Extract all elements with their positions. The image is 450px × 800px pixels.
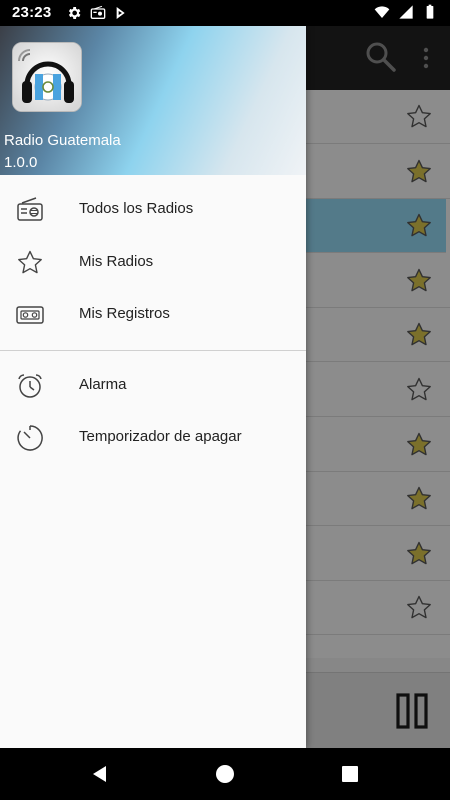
menu-label: Temporizador de apagar <box>79 428 242 445</box>
menu-label: Mis Radios <box>79 253 154 270</box>
headphones-logo-icon <box>13 43 81 111</box>
battery-icon <box>426 4 434 19</box>
play-store-icon <box>116 7 125 19</box>
menu-item-todos-los-radios[interactable]: Todos los Radios <box>0 184 306 236</box>
settings-icon <box>68 7 81 19</box>
menu-item-mis-registros[interactable]: Mis Registros <box>0 289 306 341</box>
drawer-header: Radio Guatemala 1.0.0 <box>0 26 306 175</box>
menu-label: Alarma <box>79 376 127 393</box>
app-version: 1.0.0 <box>4 154 38 171</box>
cassette-icon <box>16 306 44 324</box>
app-logo <box>12 42 82 112</box>
status-time: 23:23 <box>12 4 52 21</box>
menu-label: Todos los Radios <box>79 200 194 217</box>
menu-item-temporizador-de-apagar[interactable]: Temporizador de apagar <box>0 412 306 464</box>
home-icon[interactable] <box>216 765 234 783</box>
signal-icon <box>399 5 413 19</box>
menu-label: Mis Registros <box>79 305 170 322</box>
alarm-clock-icon <box>18 374 42 398</box>
star-outline-icon <box>18 250 42 274</box>
radio-icon <box>17 197 43 221</box>
system-nav-bar <box>0 748 450 800</box>
menu-item-mis-radios[interactable]: Mis Radios <box>0 237 306 289</box>
status-bar: 23:23 <box>0 0 450 26</box>
recents-icon[interactable] <box>342 766 358 782</box>
back-icon[interactable] <box>90 764 110 784</box>
menu-item-alarma[interactable]: Alarma <box>0 360 306 412</box>
timer-icon <box>17 425 43 451</box>
app-name: Radio Guatemala <box>4 132 121 149</box>
navigation-drawer: Radio Guatemala 1.0.0 Todos los Radios M… <box>0 26 306 748</box>
radio-notification-icon <box>90 5 106 19</box>
menu-divider <box>0 350 306 351</box>
wifi-icon <box>374 6 390 18</box>
